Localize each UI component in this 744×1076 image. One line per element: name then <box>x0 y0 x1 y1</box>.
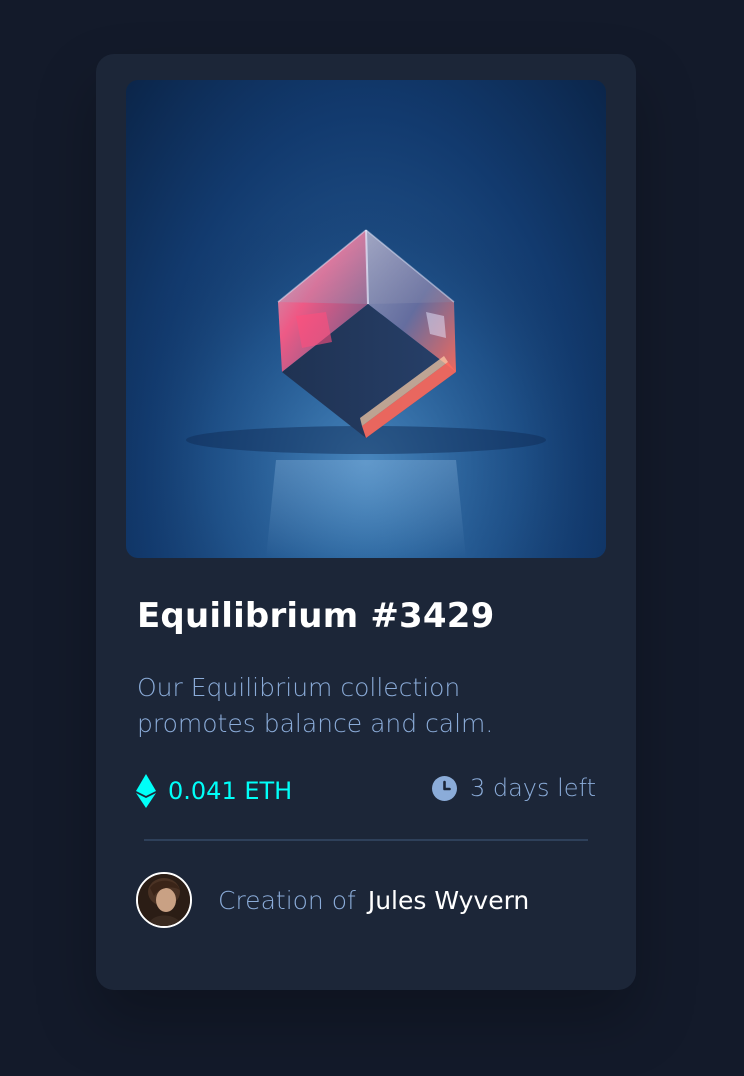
nft-card: Equilibrium #3429 Our Equilibrium collect… <box>96 54 636 990</box>
nft-meta: 0.041 ETH 3 days left <box>136 774 596 810</box>
creator-row: Creation of Jules Wyvern <box>136 872 529 928</box>
creator-name-link[interactable]: Jules Wyvern <box>368 886 529 915</box>
nft-image[interactable] <box>126 80 606 558</box>
time-left-value: 3 days left <box>469 774 596 802</box>
nft-description: Our Equilibrium collection promotes bala… <box>137 673 494 738</box>
creator-prefix: Creation of <box>218 885 356 915</box>
ethereum-icon <box>136 774 156 808</box>
clock-icon <box>431 775 457 801</box>
price-info: 0.041 ETH <box>136 774 292 808</box>
page: Equilibrium #3429 Our Equilibrium collect… <box>0 0 744 1076</box>
nft-title[interactable]: Equilibrium #3429 <box>137 596 494 636</box>
divider <box>144 839 588 841</box>
equilibrium-cube-image <box>126 80 606 558</box>
nft-name[interactable]: Equilibrium <box>137 596 358 636</box>
time-info: 3 days left <box>431 774 596 802</box>
avatar <box>136 872 192 928</box>
price-value: 0.041 ETH <box>168 777 293 805</box>
nft-number[interactable]: #3429 <box>370 596 494 636</box>
